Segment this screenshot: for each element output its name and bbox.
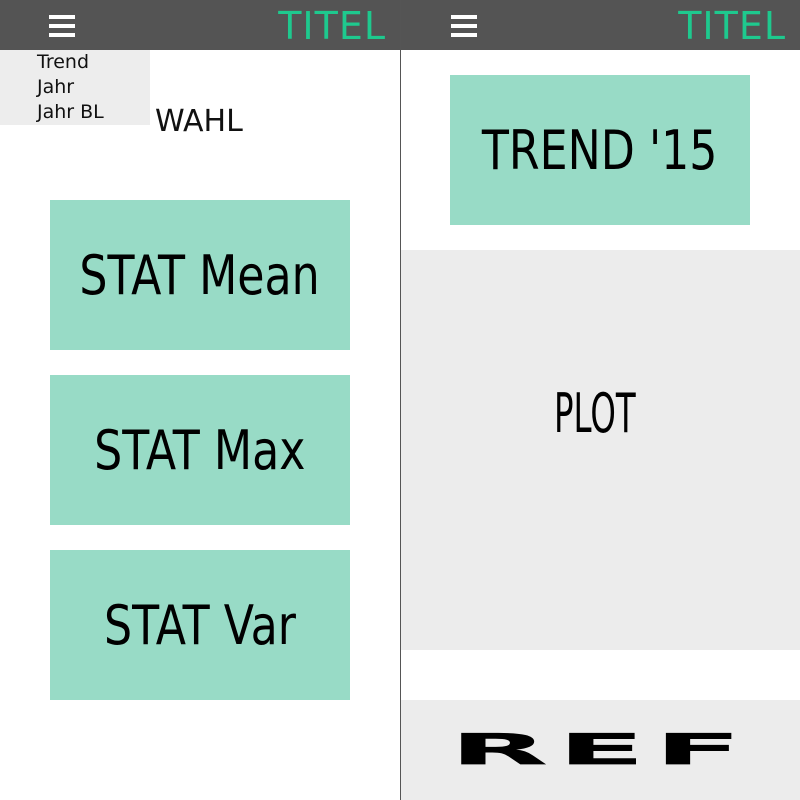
dropdown-menu: Trend Jahr Jahr BL [0, 50, 150, 125]
plot-area: PLOT [401, 250, 800, 650]
stat-var-button[interactable]: STAT Var [50, 550, 350, 700]
top-bar: TITEL [401, 0, 800, 50]
stat-mean-label: STAT Mean [79, 243, 321, 307]
app-title: TITEL [278, 4, 386, 48]
menu-icon[interactable] [451, 15, 477, 37]
stat-var-label: STAT Var [104, 593, 296, 657]
trend-button[interactable]: TREND '15 [450, 75, 750, 225]
stat-max-label: STAT Max [94, 418, 306, 482]
plot-label: PLOT [554, 382, 636, 445]
right-panel: TITEL TREND '15 PLOT REF [401, 0, 800, 800]
reference-area: REF [401, 700, 800, 800]
reference-label: REF [449, 724, 752, 776]
app-title: TITEL [678, 4, 786, 48]
left-panel: TITEL Trend Jahr Jahr BL WAHL STAT Mean … [0, 0, 400, 800]
menu-item-trend[interactable]: Trend [37, 50, 89, 74]
stat-max-button[interactable]: STAT Max [50, 375, 350, 525]
menu-icon[interactable] [49, 15, 75, 37]
top-bar: TITEL [0, 0, 400, 50]
stat-mean-button[interactable]: STAT Mean [50, 200, 350, 350]
menu-item-jahr[interactable]: Jahr [37, 75, 74, 99]
menu-item-jahr-bl[interactable]: Jahr BL [37, 100, 104, 124]
selection-label: WAHL [155, 104, 243, 139]
trend-label: TREND '15 [482, 118, 718, 182]
